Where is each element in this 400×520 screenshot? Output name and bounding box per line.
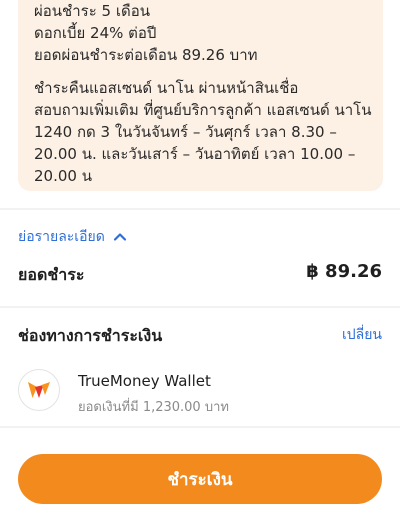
installment-section: ผ่อนชำระ 5 เดือน ดอกเบี้ย 24% ต่อปี ยอดผ…: [0, 0, 400, 208]
collapse-details-link[interactable]: ย่อรายละเอียด: [18, 226, 127, 248]
installment-info-box: ผ่อนชำระ 5 เดือน ดอกเบี้ย 24% ต่อปี ยอดผ…: [18, 0, 383, 191]
contact-hours-weekend: 20.00 น. และวันเสาร์ – วันอาทิตย์ เวลา 1…: [34, 145, 356, 163]
chevron-up-icon: [113, 233, 126, 241]
interest-rate: ดอกเบี้ย 24% ต่อปี: [34, 24, 157, 42]
contact-hours-end: 20.00 น: [34, 167, 92, 185]
contact-info: สอบถามเพิ่มเติม ที่ศูนย์บริการลูกค้า แอส…: [34, 101, 372, 119]
total-amount-value: ฿ 89.26: [306, 261, 382, 282]
footer-section: ชำระเงิน: [0, 428, 400, 520]
payment-summary: ย่อรายละเอียด ยอดชำระ ฿ 89.26: [0, 210, 400, 306]
pay-button[interactable]: ชำระเงิน: [18, 454, 382, 504]
wallet-balance: ยอดเงินที่มี 1,230.00 บาท: [78, 400, 229, 415]
payment-page: ผ่อนชำระ 5 เดือน ดอกเบี้ย 24% ต่อปี ยอดผ…: [0, 0, 400, 520]
contact-hours-weekday: 1240 กด 3 ในวันจันทร์ – วันศุกร์ เวลา 8.…: [34, 123, 337, 141]
payment-method-title: ช่องทางการชำระเงิน: [18, 326, 163, 345]
payment-method-section: ช่องทางการชำระเงิน เปลี่ยน TrueMoney Wal…: [0, 308, 400, 426]
total-amount-label: ยอดชำระ: [18, 265, 85, 284]
collapse-details-label: ย่อรายละเอียด: [18, 229, 105, 245]
truemoney-logo-icon: [18, 369, 60, 411]
monthly-installment: ยอดผ่อนชำระต่อเดือน 89.26 บาท: [34, 46, 258, 64]
wallet-name: TrueMoney Wallet: [78, 372, 211, 390]
installment-term: ผ่อนชำระ 5 เดือน: [34, 2, 150, 20]
change-payment-method-link[interactable]: เปลี่ยน: [342, 324, 382, 346]
repayment-info: ชำระคืนแอสเซนด์ นาโน ผ่านหน้าสินเชื่อ: [34, 79, 299, 97]
